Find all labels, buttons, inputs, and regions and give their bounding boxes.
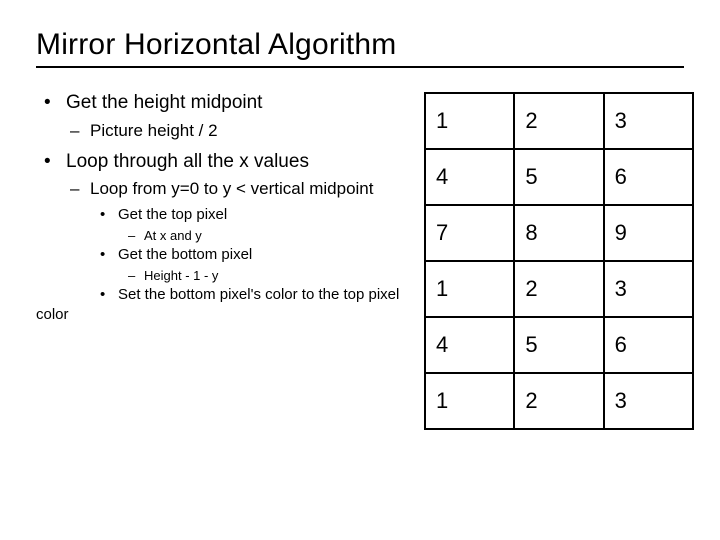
- grid-cell: 5: [514, 149, 603, 205]
- table-row: 7 8 9: [425, 205, 693, 261]
- list-item: Get the bottom pixel Height - 1 - y: [36, 245, 406, 285]
- list-item: Set the bottom pixel's color to the top …: [36, 285, 406, 326]
- slide-title: Mirror Horizontal Algorithm: [36, 28, 684, 68]
- list-item: Picture height / 2: [36, 120, 406, 143]
- table-row: 4 5 6: [425, 317, 693, 373]
- bullet-text: Height - 1 - y: [36, 267, 406, 285]
- grid-cell: 7: [425, 205, 514, 261]
- grid-cell: 4: [425, 317, 514, 373]
- grid-cell: 2: [514, 261, 603, 317]
- grid-cell: 3: [604, 93, 693, 149]
- grid-cell: 4: [425, 149, 514, 205]
- grid-cell: 9: [604, 205, 693, 261]
- grid-cell: 5: [514, 317, 603, 373]
- grid-cell: 3: [604, 261, 693, 317]
- grid-cell: 2: [514, 373, 603, 429]
- bullet-text: Loop from y=0 to y < vertical midpoint: [36, 178, 406, 201]
- bullet-text: Picture height / 2: [36, 120, 406, 143]
- grid-cell: 2: [514, 93, 603, 149]
- list-item: Get the top pixel At x and y: [36, 205, 406, 245]
- grid-cell: 1: [425, 373, 514, 429]
- grid-cell: 3: [604, 373, 693, 429]
- list-item: Get the height midpoint Picture height /…: [36, 90, 406, 143]
- table-row: 1 2 3: [425, 373, 693, 429]
- bullet-text: Loop through all the x values: [36, 149, 406, 175]
- slide-content: Get the height midpoint Picture height /…: [36, 90, 684, 430]
- list-item: At x and y: [36, 227, 406, 245]
- table-row: 4 5 6: [425, 149, 693, 205]
- grid-cell: 1: [425, 261, 514, 317]
- bullet-text: Get the bottom pixel: [36, 245, 406, 265]
- list-item: Loop from y=0 to y < vertical midpoint G…: [36, 178, 406, 325]
- table-row: 1 2 3: [425, 93, 693, 149]
- grid-cell: 6: [604, 149, 693, 205]
- bullet-text: At x and y: [36, 227, 406, 245]
- bullet-text: Get the height midpoint: [36, 90, 406, 116]
- grid-column: 1 2 3 4 5 6 7 8 9 1 2 3 4 5 6: [424, 90, 694, 430]
- bullet-text: Get the top pixel: [36, 205, 406, 225]
- list-item: Height - 1 - y: [36, 267, 406, 285]
- table-row: 1 2 3: [425, 261, 693, 317]
- grid-cell: 8: [514, 205, 603, 261]
- bullet-text: Set the bottom pixel's color to the top …: [36, 285, 406, 326]
- bullet-column: Get the height midpoint Picture height /…: [36, 90, 406, 430]
- grid-cell: 1: [425, 93, 514, 149]
- grid-cell: 6: [604, 317, 693, 373]
- list-item: Loop through all the x values Loop from …: [36, 149, 406, 326]
- number-grid: 1 2 3 4 5 6 7 8 9 1 2 3 4 5 6: [424, 92, 694, 430]
